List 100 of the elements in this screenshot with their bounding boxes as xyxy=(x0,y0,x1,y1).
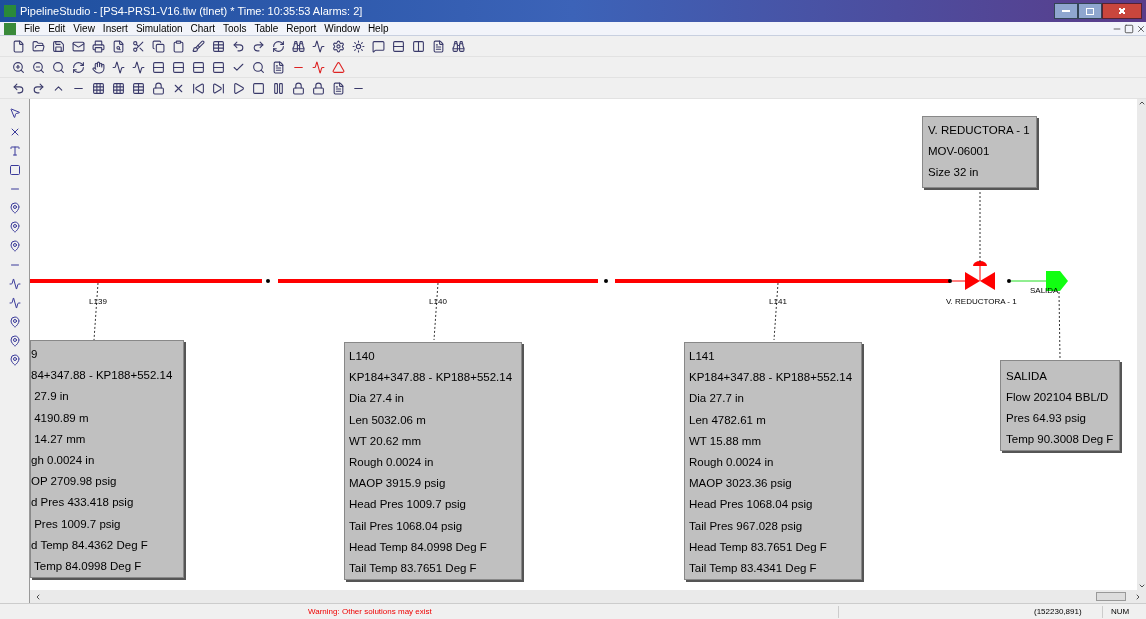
pin-icon[interactable] xyxy=(8,202,21,214)
valve-icon[interactable] xyxy=(965,261,995,290)
menu-item[interactable]: Window xyxy=(320,21,364,36)
binoculars-icon[interactable] xyxy=(452,39,465,53)
menu-item[interactable]: Insert xyxy=(98,21,132,36)
valve-label: V. REDUCTORA - 1 xyxy=(946,296,1017,308)
scroll-down-icon[interactable] xyxy=(1137,582,1146,590)
scroll-left-icon[interactable] xyxy=(34,592,42,601)
menu-item[interactable]: Tools xyxy=(219,21,251,36)
wave-icon[interactable] xyxy=(312,60,325,74)
zoom-out-icon[interactable] xyxy=(32,60,45,74)
folder-icon[interactable] xyxy=(32,39,45,53)
pin-icon[interactable] xyxy=(8,316,21,328)
document-icon[interactable] xyxy=(432,39,445,53)
redo-icon[interactable] xyxy=(252,39,265,53)
pause-icon[interactable] xyxy=(272,81,285,95)
redo-icon[interactable] xyxy=(32,81,45,95)
close-icon[interactable] xyxy=(1136,23,1146,34)
card-text: Flow 202104 BBL/D xyxy=(1006,390,1110,405)
search-icon[interactable] xyxy=(252,60,265,74)
rows-icon[interactable] xyxy=(192,60,205,74)
vertical-scrollbar[interactable] xyxy=(1137,99,1146,590)
triangle-icon[interactable] xyxy=(332,60,345,74)
menu-item[interactable]: View xyxy=(69,21,99,36)
mail-icon[interactable] xyxy=(72,39,85,53)
stop-icon[interactable] xyxy=(252,81,265,95)
wave-icon[interactable] xyxy=(8,278,21,290)
menu-item[interactable]: Chart xyxy=(186,21,220,36)
pipe-label: L139 xyxy=(89,296,107,308)
card-text: Head Pres 1068.04 psig xyxy=(689,497,814,513)
rows-icon[interactable] xyxy=(172,60,185,74)
sun-icon[interactable] xyxy=(352,39,365,53)
settings-icon[interactable] xyxy=(332,39,345,53)
maximize-button[interactable] xyxy=(1078,3,1102,19)
play-icon[interactable] xyxy=(232,81,245,95)
document-icon[interactable] xyxy=(272,60,285,74)
pin-icon[interactable] xyxy=(8,221,21,233)
restore-icon[interactable] xyxy=(1124,23,1134,34)
close-button[interactable] xyxy=(1102,3,1142,19)
pointer-icon[interactable] xyxy=(8,107,21,119)
search-icon[interactable] xyxy=(52,60,65,74)
copy-icon[interactable] xyxy=(152,39,165,53)
card-text: 84+347.88 - KP188+552.14 xyxy=(31,368,174,384)
status-coordinates: (152230,891) xyxy=(838,605,1088,618)
rectangle-icon[interactable] xyxy=(8,164,21,176)
hand-icon[interactable] xyxy=(92,60,105,74)
text-icon[interactable] xyxy=(8,145,21,157)
scroll-thumb[interactable] xyxy=(1096,592,1126,601)
menu-item[interactable]: Help xyxy=(363,21,393,36)
scroll-right-icon[interactable] xyxy=(1134,592,1142,601)
scroll-up-icon[interactable] xyxy=(1137,99,1146,107)
undo-icon[interactable] xyxy=(232,39,245,53)
pin-icon[interactable] xyxy=(8,335,21,347)
menu-item[interactable]: Table xyxy=(250,21,283,36)
card-text: 9 xyxy=(31,347,39,362)
undo-icon[interactable] xyxy=(12,81,25,95)
columns-icon[interactable] xyxy=(412,39,425,53)
card-text: Head Temp 84.0998 Deg F xyxy=(349,539,488,555)
new-file-icon[interactable] xyxy=(12,39,25,53)
horizontal-scrollbar[interactable] xyxy=(30,590,1146,603)
skip-forward-icon[interactable] xyxy=(212,81,225,95)
minimize-button[interactable] xyxy=(1054,3,1078,19)
lock-icon[interactable] xyxy=(152,81,165,95)
skip-back-icon[interactable] xyxy=(192,81,205,95)
reset-icon[interactable] xyxy=(72,60,85,74)
table-icon[interactable] xyxy=(212,39,225,53)
binoculars-icon[interactable] xyxy=(292,39,305,53)
card-text: Tail Pres 1068.04 psig xyxy=(349,518,464,534)
pipe-label: L141 xyxy=(769,296,787,308)
refresh-icon[interactable] xyxy=(272,39,285,53)
grid-icon[interactable] xyxy=(112,81,125,95)
lock-icon[interactable] xyxy=(292,81,305,95)
save-icon[interactable] xyxy=(52,39,65,53)
menu-item[interactable]: Report xyxy=(282,21,321,36)
menu-item[interactable]: Simulation xyxy=(131,21,187,36)
rows-icon[interactable] xyxy=(212,60,225,74)
table-icon[interactable] xyxy=(132,81,145,95)
menu-item[interactable]: Edit xyxy=(44,21,70,36)
document-icon[interactable] xyxy=(332,81,345,95)
comment-icon[interactable] xyxy=(372,39,385,53)
rows-icon[interactable] xyxy=(152,60,165,74)
junction-node xyxy=(948,279,952,283)
card-text: Tail Temp 83.7651 Deg F xyxy=(349,561,478,577)
card-text: SALIDA xyxy=(1006,369,1048,384)
cut-icon[interactable] xyxy=(132,39,145,53)
card-text: 14.27 mm xyxy=(33,431,87,447)
app-menu-icon[interactable] xyxy=(4,22,16,35)
pin-icon[interactable] xyxy=(8,354,21,366)
paste-icon[interactable] xyxy=(172,39,185,53)
lock-icon[interactable] xyxy=(312,81,325,95)
wave-icon[interactable] xyxy=(8,297,21,309)
brush-icon[interactable] xyxy=(192,39,205,53)
pin-icon[interactable] xyxy=(8,240,21,252)
zoom-in-icon[interactable] xyxy=(12,60,25,74)
print-icon[interactable] xyxy=(92,39,105,53)
grid-icon[interactable] xyxy=(92,81,105,95)
rows-icon[interactable] xyxy=(392,39,405,53)
window-title: PipelineStudio - [PS4-PRS1-V16.tlw (tlnet) * Time: 10:35:53 Alarms: 2] xyxy=(20,3,363,19)
menu-item[interactable]: File xyxy=(20,21,45,36)
print-preview-icon[interactable] xyxy=(112,39,125,53)
